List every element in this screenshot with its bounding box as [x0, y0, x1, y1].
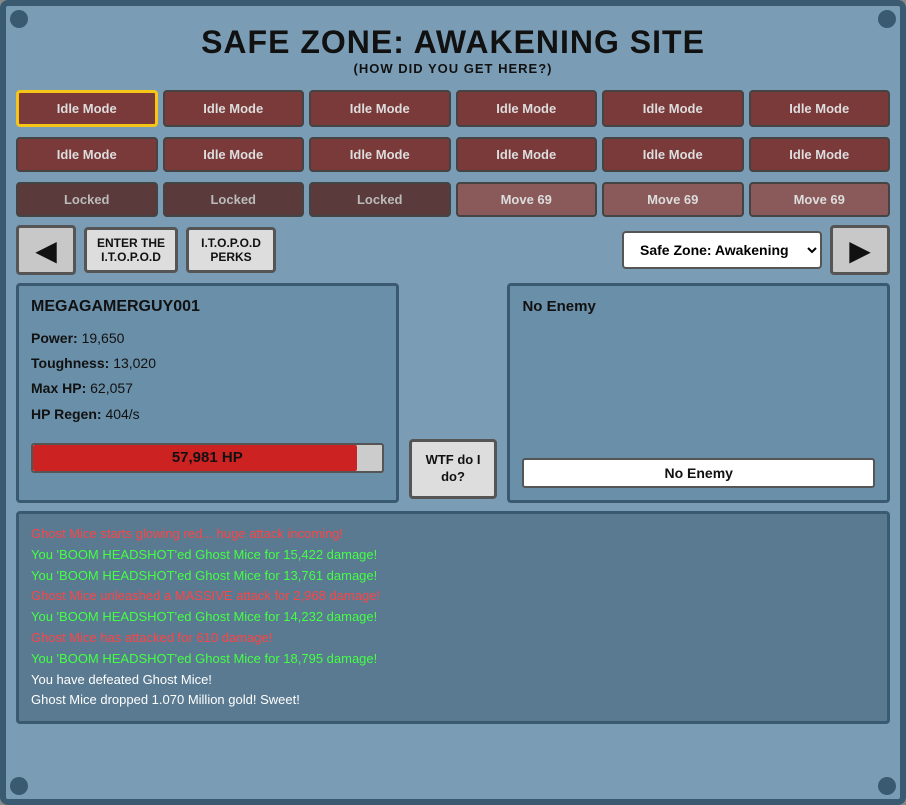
- power-value: 19,650: [82, 330, 125, 346]
- sub-title: (HOW DID YOU GET HERE?): [16, 61, 890, 76]
- log-line: Ghost Mice has attacked for 610 damage!: [31, 628, 875, 649]
- enemy-content: No Enemy: [522, 298, 875, 315]
- log-area: Ghost Mice starts glowing red... huge at…: [16, 511, 890, 724]
- skill-btn-1-3[interactable]: Idle Mode: [456, 137, 598, 172]
- skill-btn-2-5[interactable]: Move 69: [749, 182, 891, 217]
- hp-bar-text: 57,981 HP: [172, 449, 243, 466]
- skill-btn-0-5[interactable]: Idle Mode: [749, 90, 891, 127]
- skill-btn-0-1[interactable]: Idle Mode: [163, 90, 305, 127]
- skill-btn-2-0[interactable]: Locked: [16, 182, 158, 217]
- corner-bl: [10, 777, 28, 795]
- toughness-label: Toughness:: [31, 355, 109, 371]
- log-line: Ghost Mice unleashed a MASSIVE attack fo…: [31, 586, 875, 607]
- skill-btn-1-4[interactable]: Idle Mode: [602, 137, 744, 172]
- hpregen-value: 404/s: [105, 406, 139, 422]
- skill-btn-2-3[interactable]: Move 69: [456, 182, 598, 217]
- skill-btn-0-3[interactable]: Idle Mode: [456, 90, 598, 127]
- wtf-button[interactable]: WTF do Ido?: [409, 439, 498, 499]
- log-line: You have defeated Ghost Mice!: [31, 670, 875, 691]
- skill-btn-1-0[interactable]: Idle Mode: [16, 137, 158, 172]
- battle-area: MEGAGAMERGUY001 Power: 19,650 Toughness:…: [16, 283, 890, 503]
- skill-btn-0-2[interactable]: Idle Mode: [309, 90, 451, 127]
- toughness-value: 13,020: [113, 355, 156, 371]
- enemy-panel: No Enemy No Enemy: [507, 283, 890, 503]
- power-label: Power:: [31, 330, 78, 346]
- power-stat: Power: 19,650: [31, 326, 384, 351]
- skill-btn-2-4[interactable]: Move 69: [602, 182, 744, 217]
- enter-itopod-button[interactable]: ENTER THE I.T.O.P.O.D: [84, 227, 178, 274]
- corner-tr: [878, 10, 896, 28]
- maxhp-value: 62,057: [90, 380, 133, 396]
- middle-panel: WTF do Ido?: [409, 283, 498, 503]
- skill-btn-1-5[interactable]: Idle Mode: [749, 137, 891, 172]
- log-line: You 'BOOM HEADSHOT'ed Ghost Mice for 13,…: [31, 566, 875, 587]
- maxhp-label: Max HP:: [31, 380, 86, 396]
- skill-btn-1-1[interactable]: Idle Mode: [163, 137, 305, 172]
- maxhp-stat: Max HP: 62,057: [31, 376, 384, 401]
- skills-row2: Idle Mode Idle Mode Idle Mode Idle Mode …: [16, 137, 890, 172]
- enemy-bar: No Enemy: [522, 458, 875, 488]
- toughness-stat: Toughness: 13,020: [31, 351, 384, 376]
- log-line: You 'BOOM HEADSHOT'ed Ghost Mice for 14,…: [31, 607, 875, 628]
- nav-row: ◀ ENTER THE I.T.O.P.O.D I.T.O.P.O.D PERK…: [16, 225, 890, 275]
- player-name: MEGAGAMERGUY001: [31, 298, 384, 316]
- skill-btn-2-1[interactable]: Locked: [163, 182, 305, 217]
- nav-left-arrow[interactable]: ◀: [16, 225, 76, 275]
- skill-btn-1-2[interactable]: Idle Mode: [309, 137, 451, 172]
- hp-bar: 57,981 HP: [31, 443, 384, 473]
- skills-row1: Idle Mode Idle Mode Idle Mode Idle Mode …: [16, 90, 890, 127]
- log-line: Ghost Mice dropped 1.070 Million gold! S…: [31, 690, 875, 711]
- player-panel: MEGAGAMERGUY001 Power: 19,650 Toughness:…: [16, 283, 399, 503]
- skill-btn-2-2[interactable]: Locked: [309, 182, 451, 217]
- skill-btn-0-0[interactable]: Idle Mode: [16, 90, 158, 127]
- hpregen-stat: HP Regen: 404/s: [31, 402, 384, 427]
- main-title: SAFE ZONE: AWAKENING SITE: [16, 24, 890, 61]
- skill-btn-0-4[interactable]: Idle Mode: [602, 90, 744, 127]
- skills-row3: Locked Locked Locked Move 69 Move 69 Mov…: [16, 182, 890, 217]
- title-area: SAFE ZONE: AWAKENING SITE (HOW DID YOU G…: [16, 16, 890, 80]
- main-container: SAFE ZONE: AWAKENING SITE (HOW DID YOU G…: [0, 0, 906, 805]
- log-line: Ghost Mice starts glowing red... huge at…: [31, 524, 875, 545]
- nav-right-arrow[interactable]: ▶: [830, 225, 890, 275]
- zone-select[interactable]: Safe Zone: Awakening: [622, 231, 822, 269]
- zone-select-wrapper: Safe Zone: Awakening ▶: [622, 225, 890, 275]
- hpregen-label: HP Regen:: [31, 406, 102, 422]
- player-stats: Power: 19,650 Toughness: 13,020 Max HP: …: [31, 326, 384, 427]
- log-line: You 'BOOM HEADSHOT'ed Ghost Mice for 18,…: [31, 649, 875, 670]
- log-line: You 'BOOM HEADSHOT'ed Ghost Mice for 15,…: [31, 545, 875, 566]
- corner-br: [878, 777, 896, 795]
- corner-tl: [10, 10, 28, 28]
- itopod-perks-button[interactable]: I.T.O.P.O.D PERKS: [186, 227, 276, 274]
